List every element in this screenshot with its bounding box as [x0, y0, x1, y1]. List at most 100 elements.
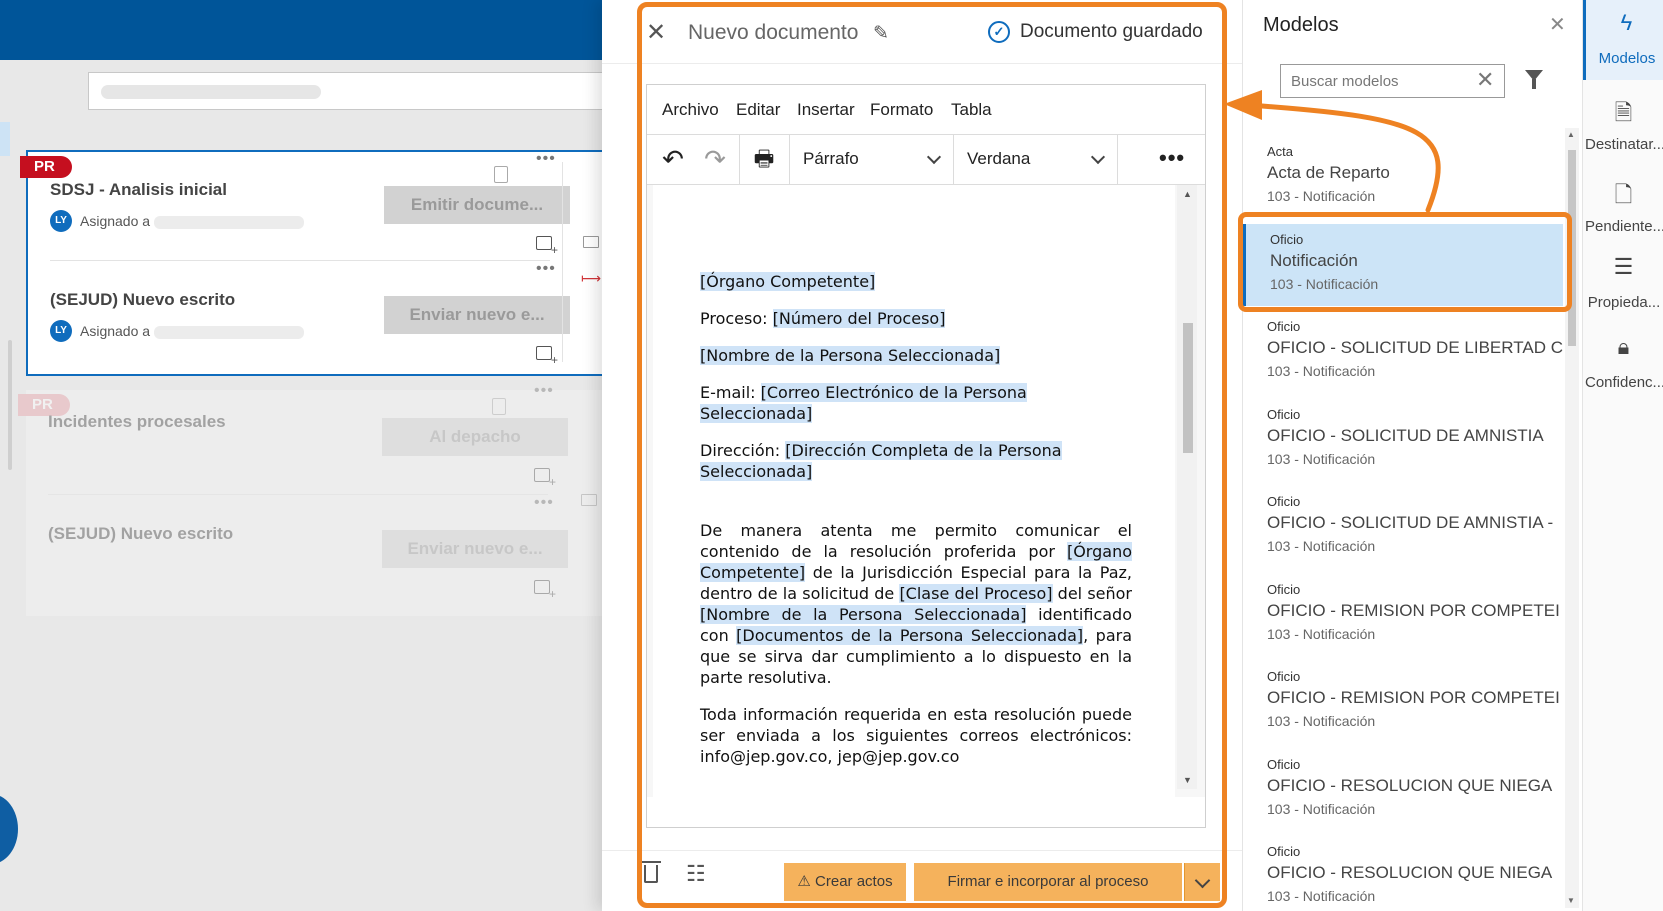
menu-archivo[interactable]: Archivo — [662, 100, 719, 120]
chevron-down-icon[interactable] — [1184, 863, 1220, 901]
create-acts-button[interactable]: ⚠ Crear actos — [784, 863, 906, 901]
task-item[interactable]: ••• (SEJUD) Nuevo escrito Enviar nuevo e… — [48, 494, 608, 601]
model-list-item[interactable]: Oficio OFICIO - REMISION POR COMPETEI 103 … — [1243, 661, 1563, 743]
menu-formato[interactable]: Formato — [870, 100, 933, 120]
rail-item-confidential[interactable]: 🔒︎ Confidenc... — [1583, 324, 1663, 404]
more-options-icon[interactable]: ••• — [534, 494, 554, 512]
models-search-box[interactable]: ✕ — [1280, 64, 1505, 98]
menu-editar[interactable]: Editar — [736, 100, 780, 120]
more-options-icon[interactable]: ••• — [536, 150, 556, 168]
scrollbar-thumb[interactable] — [1183, 323, 1193, 453]
settings-sliders-icon[interactable]: ☷ — [686, 861, 706, 887]
scroll-down-icon[interactable]: ▼ — [1567, 896, 1575, 905]
editor-header: ✕ Nuevo documento ✎ ✓ Documento guardado — [602, 0, 1242, 64]
add-document-icon[interactable] — [534, 580, 556, 601]
filter-icon[interactable] — [1525, 70, 1543, 89]
model-list-item[interactable]: Acta Acta de Reparto 103 - Notificación — [1243, 136, 1563, 218]
add-document-icon[interactable] — [536, 346, 558, 367]
background-search-bar[interactable] — [88, 72, 628, 110]
model-subtitle: 103 - Notificación — [1267, 888, 1376, 904]
task-action-button[interactable]: Al depacho — [382, 418, 568, 456]
floating-action-button[interactable] — [0, 794, 18, 864]
blurred-text — [101, 85, 321, 99]
model-subtitle: 103 - Notificación — [1270, 275, 1379, 292]
scrollbar-thumb[interactable] — [1568, 150, 1576, 346]
placeholder-field[interactable]: [Nombre de la Persona Seleccionada] — [700, 346, 1001, 365]
left-scroll-indicator — [8, 340, 12, 470]
redo-icon[interactable]: ↷ — [699, 135, 731, 185]
model-list-item[interactable]: Oficio OFICIO - SOLICITUD DE AMNISTIA 103 … — [1243, 399, 1563, 481]
rail-item-pending[interactable]: 🗋 Pendiente... — [1583, 168, 1663, 248]
more-options-icon[interactable]: ••• — [1159, 145, 1185, 171]
toolbar-separator — [739, 135, 740, 185]
close-icon[interactable]: ✕ — [646, 18, 666, 47]
app-top-bar — [0, 0, 620, 60]
model-list-item[interactable]: Oficio OFICIO - SOLICITUD DE LIBERTAD C 10… — [1243, 311, 1563, 393]
scroll-down-icon[interactable]: ▼ — [1183, 775, 1192, 785]
task-item[interactable]: ••• (SEJUD) Nuevo escrito LY Asignado a … — [50, 260, 610, 367]
document-area[interactable]: [Órgano Competente] Proceso: [Número del… — [647, 185, 1205, 797]
document-page[interactable]: [Órgano Competente] Proceso: [Número del… — [653, 185, 1175, 797]
menu-tabla[interactable]: Tabla — [951, 100, 992, 120]
chevron-down-icon[interactable] — [926, 149, 942, 165]
more-options-icon[interactable]: ••• — [534, 382, 554, 400]
folder-icon[interactable] — [581, 494, 597, 506]
add-document-icon[interactable] — [534, 468, 556, 489]
model-name: OFICIO - REMISION POR COMPETEI — [1267, 600, 1560, 620]
font-family-select[interactable]: Verdana — [967, 149, 1030, 169]
placeholder-field[interactable]: [Número del Proceso] — [772, 309, 946, 328]
rail-label: Destinatar... — [1585, 136, 1663, 153]
label-text: Proceso: — [700, 309, 773, 328]
model-list-item[interactable]: Oficio OFICIO - RESOLUCION QUE NIEGA 103 -… — [1243, 836, 1563, 911]
model-list-item[interactable]: Oficio OFICIO - RESOLUCION QUE NIEGA 103 -… — [1243, 749, 1563, 831]
document-clock-icon — [494, 166, 508, 183]
model-subtitle: 103 - Notificación — [1267, 188, 1376, 204]
block-format-select[interactable]: Párrafo — [803, 149, 859, 169]
close-icon[interactable]: ✕ — [1549, 12, 1566, 37]
scroll-up-icon[interactable]: ▲ — [1183, 189, 1192, 199]
menu-insertar[interactable]: Insertar — [797, 100, 855, 120]
save-status: Documento guardado — [1020, 21, 1203, 42]
task-action-button[interactable]: Enviar nuevo e... — [384, 296, 570, 334]
chevron-down-icon[interactable] — [1090, 149, 1106, 165]
document-content[interactable]: [Órgano Competente] Proceso: [Número del… — [700, 271, 1132, 783]
more-options-icon[interactable]: ••• — [536, 260, 556, 278]
search-input[interactable] — [1281, 65, 1461, 97]
models-panel: Modelos ✕ ✕ Acta Acta de Reparto 103 - Not… — [1242, 0, 1582, 911]
undo-icon[interactable]: ↶ — [657, 135, 689, 185]
trash-icon[interactable] — [641, 861, 661, 883]
model-subtitle: 103 - Notificación — [1267, 713, 1376, 729]
task-item[interactable]: ••• SDSJ - Analisis inicial LY Asignado … — [50, 150, 610, 257]
add-document-icon[interactable] — [536, 236, 558, 257]
rail-item-properties[interactable]: ☰ Propieda... — [1583, 244, 1663, 324]
rail-item-models[interactable]: ϟ Modelos — [1583, 0, 1663, 80]
body-text: Toda información requerida en esta resol… — [700, 705, 1132, 766]
task-group-card[interactable]: PR ••• Incidentes procesales Al depacho … — [18, 382, 626, 616]
rail-label: Pendiente... — [1585, 218, 1663, 235]
scroll-up-icon[interactable]: ▲ — [1567, 130, 1575, 139]
print-icon[interactable]: 🖶 — [747, 135, 781, 185]
model-list-item[interactable]: Oficio OFICIO - REMISION POR COMPETEI 103 … — [1243, 574, 1563, 656]
model-list-item[interactable]: Oficio OFICIO - SOLICITUD DE AMNISTIA - 10… — [1243, 486, 1563, 568]
pending-document-icon: 🗋 — [1614, 182, 1633, 207]
sign-incorporate-button[interactable]: Firmar e incorporar al proceso — [914, 863, 1182, 901]
avatar: LY — [50, 320, 72, 342]
placeholder-field[interactable]: [Clase del Proceso] — [899, 584, 1053, 603]
model-list-item[interactable]: Oficio Notificación 103 - Notificación — [1243, 223, 1563, 306]
clear-search-icon[interactable]: ✕ — [1476, 67, 1494, 93]
folder-icon[interactable] — [583, 236, 599, 248]
models-scrollbar[interactable]: ▲ ▼ — [1565, 128, 1579, 908]
placeholder-field[interactable]: [Órgano Competente] — [700, 272, 876, 291]
placeholder-field[interactable]: [Nombre de la Persona Seleccionada] — [700, 605, 1027, 624]
task-action-button[interactable]: Emitir docume... — [384, 186, 570, 224]
task-group-card[interactable]: PR ••• SDSJ - Analisis inicial LY Asigna… — [20, 150, 626, 376]
edit-pencil-icon[interactable]: ✎ — [873, 22, 889, 45]
saved-check-icon: ✓ — [988, 21, 1010, 43]
task-action-button[interactable]: Enviar nuevo e... — [382, 530, 568, 568]
model-category: Oficio — [1267, 756, 1301, 772]
rail-item-recipients[interactable]: 🗎 Destinatar... — [1583, 86, 1663, 166]
vertical-scrollbar[interactable]: ▲ ▼ — [1177, 185, 1197, 789]
placeholder-field[interactable]: [Documentos de la Persona Seleccionada] — [736, 626, 1084, 645]
task-item[interactable]: ••• Incidentes procesales Al depacho — [48, 382, 608, 489]
editor-toolbar: ↶ ↷ 🖶 Párrafo Verdana ••• — [647, 135, 1205, 185]
